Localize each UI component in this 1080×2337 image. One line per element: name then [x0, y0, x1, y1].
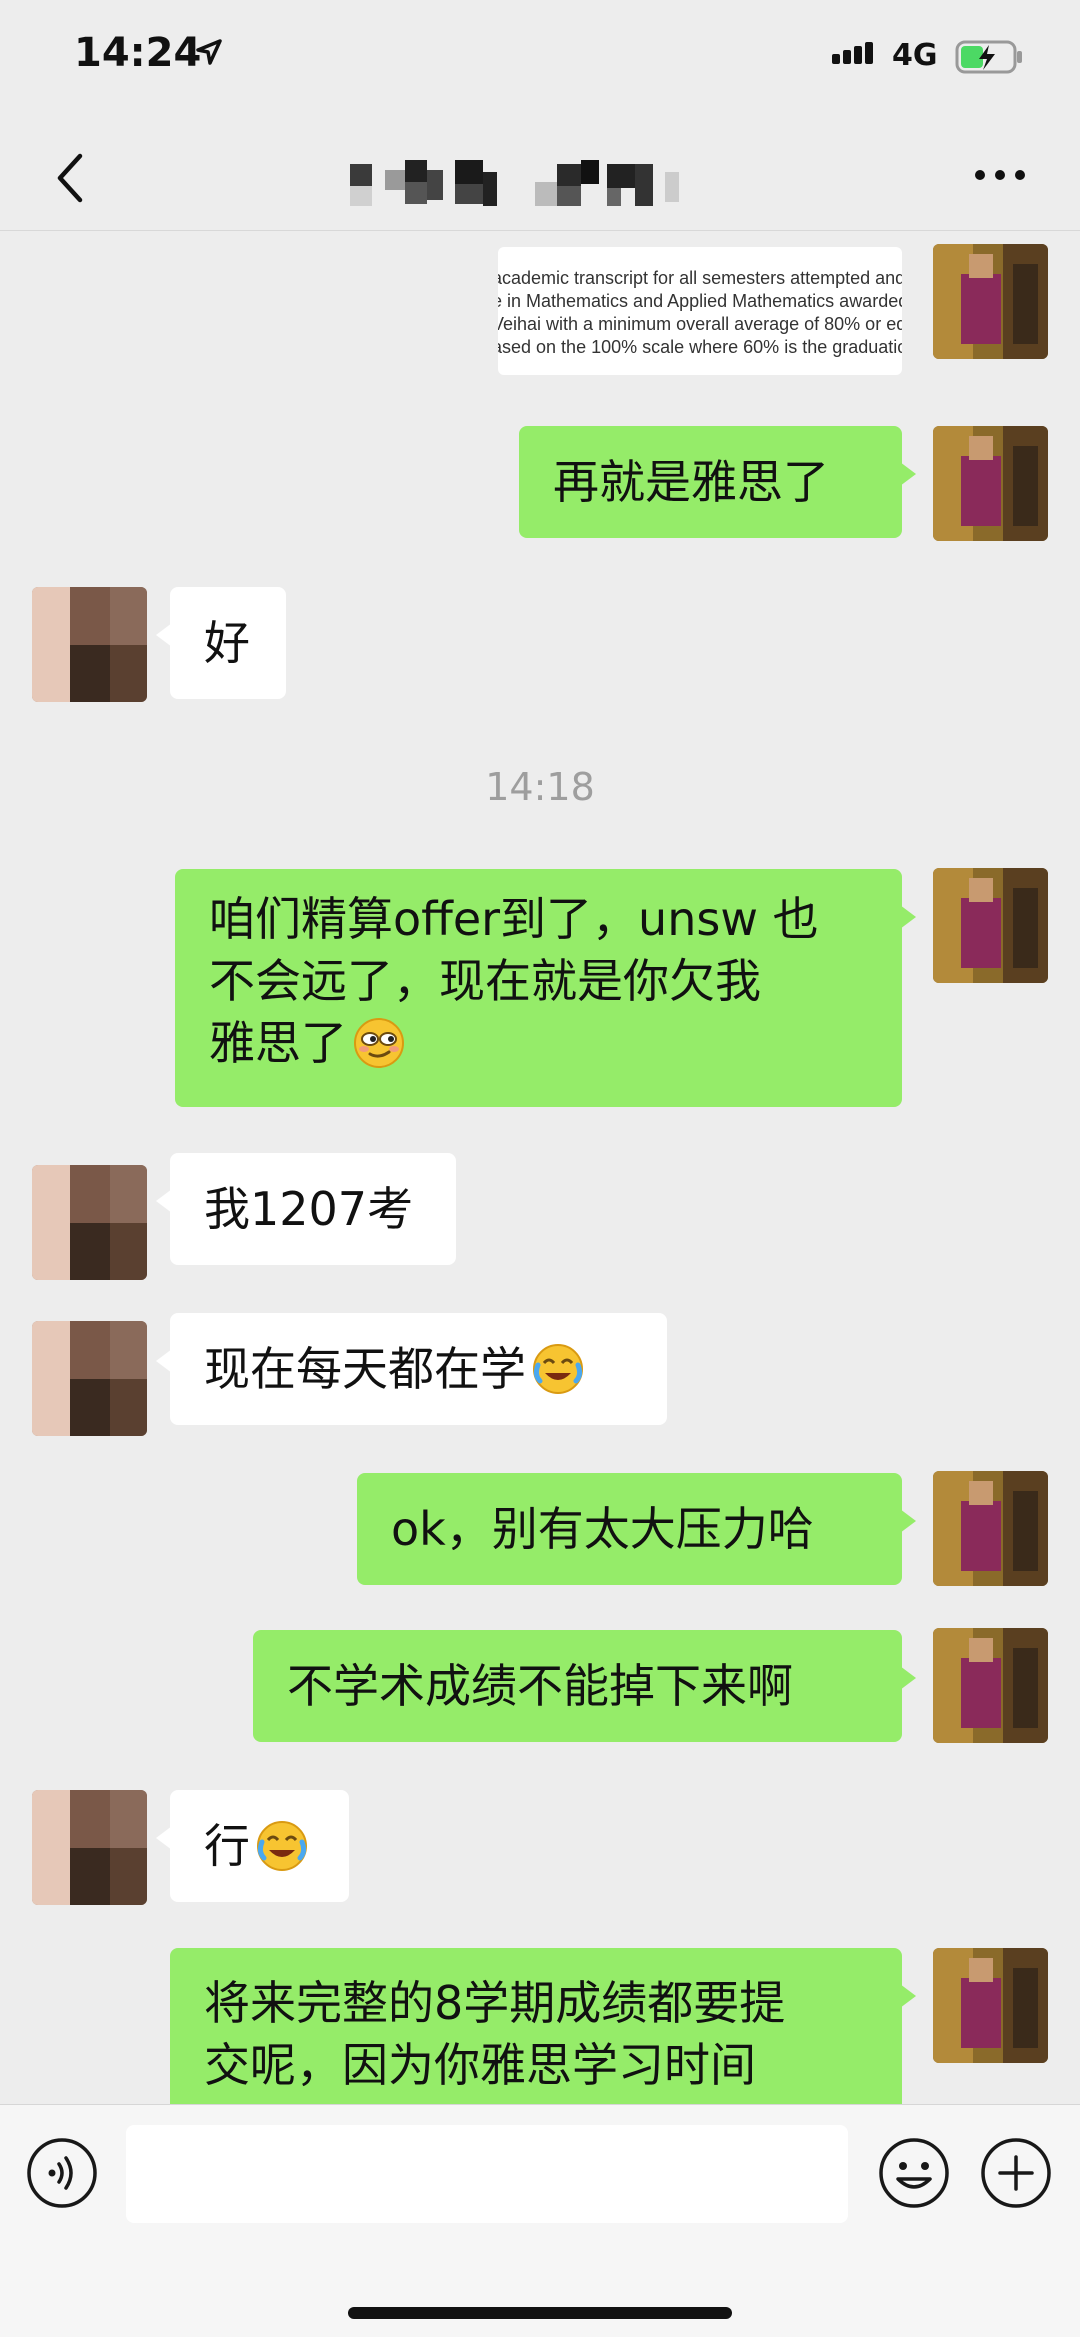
location-arrow-icon [196, 39, 222, 65]
status-time: 14:24 [74, 30, 202, 76]
nav-bar [0, 120, 1080, 231]
message-text: 我1207考 [204, 1182, 414, 1236]
self-avatar[interactable] [933, 1628, 1048, 1743]
message-bubble-incoming[interactable]: 好 [156, 587, 286, 699]
contact-avatar[interactable] [32, 1165, 147, 1280]
message-text: ok，别有太大压力哈 [391, 1502, 814, 1556]
message-bubble-outgoing[interactable]: 将来完整的8学期成绩都要提 交呢，因为你雅思学习时间 [170, 1948, 916, 2104]
message-text: 现在每天都在学 [204, 1342, 526, 1396]
message-text-line: 雅思了 [209, 1016, 347, 1070]
self-avatar[interactable] [933, 868, 1048, 983]
message-text: 再就是雅思了 [553, 455, 829, 509]
smirk-emoji-icon [354, 1018, 404, 1068]
crying-laughing-emoji-icon [533, 1344, 583, 1394]
doc-line: ased on the 100% scale where 60% is the … [498, 337, 902, 357]
input-bar [0, 2104, 1080, 2337]
document-image-message[interactable]: academic transcript for all semesters at… [498, 247, 902, 375]
home-indicator[interactable] [348, 2307, 732, 2319]
contact-avatar[interactable] [32, 587, 147, 702]
message-input[interactable] [126, 2125, 848, 2223]
chat-area[interactable]: academic transcript for all semesters at… [0, 231, 1080, 2104]
contact-avatar[interactable] [32, 1790, 147, 1905]
self-avatar[interactable] [933, 1471, 1048, 1586]
message-bubble-outgoing[interactable]: 不学术成绩不能掉下来啊 [253, 1630, 916, 1742]
doc-line: e in Mathematics and Applied Mathematics… [498, 291, 902, 311]
message-text: 不学术成绩不能掉下来啊 [287, 1659, 793, 1713]
message-text-line: 咱们精算offer到了，unsw 也 [209, 892, 819, 946]
self-avatar[interactable] [933, 1948, 1048, 2063]
doc-line: Veihai with a minimum overall average of… [498, 314, 902, 334]
network-type: 4G [892, 38, 938, 73]
signal-icon [832, 42, 876, 64]
contact-avatar[interactable] [32, 1321, 147, 1436]
message-text: 行 [204, 1819, 250, 1873]
battery-charging-icon [955, 40, 1022, 74]
crying-laughing-emoji-icon [257, 1821, 307, 1871]
self-avatar[interactable] [933, 244, 1048, 359]
chat-title-blurred [350, 160, 679, 206]
doc-line: academic transcript for all semesters at… [498, 268, 902, 288]
status-bar: 14:24 4G [0, 0, 1080, 120]
message-bubble-incoming[interactable]: 现在每天都在学 [156, 1313, 667, 1425]
plus-more-icon[interactable] [980, 2137, 1052, 2209]
more-dots-icon[interactable] [970, 160, 1030, 190]
chat-timestamp: 14:18 [485, 765, 595, 809]
emoji-picker-icon[interactable] [878, 2137, 950, 2209]
message-text-line: 交呢，因为你雅思学习时间 [204, 2038, 756, 2092]
message-bubble-incoming[interactable]: 行 [156, 1790, 349, 1902]
message-bubble-incoming[interactable]: 我1207考 [156, 1153, 456, 1265]
self-avatar[interactable] [933, 426, 1048, 541]
message-text: 好 [204, 616, 250, 670]
message-bubble-outgoing[interactable]: 再就是雅思了 [519, 426, 916, 538]
message-text-line: 不会远了，现在就是你欠我 [209, 954, 761, 1008]
back-chevron-icon[interactable] [50, 148, 90, 208]
message-text-line: 将来完整的8学期成绩都要提 [204, 1976, 786, 2030]
message-bubble-outgoing[interactable]: 咱们精算offer到了，unsw 也 不会远了，现在就是你欠我 雅思了 [175, 869, 916, 1107]
message-bubble-outgoing[interactable]: ok，别有太大压力哈 [357, 1473, 916, 1585]
voice-input-icon[interactable] [26, 2137, 98, 2209]
